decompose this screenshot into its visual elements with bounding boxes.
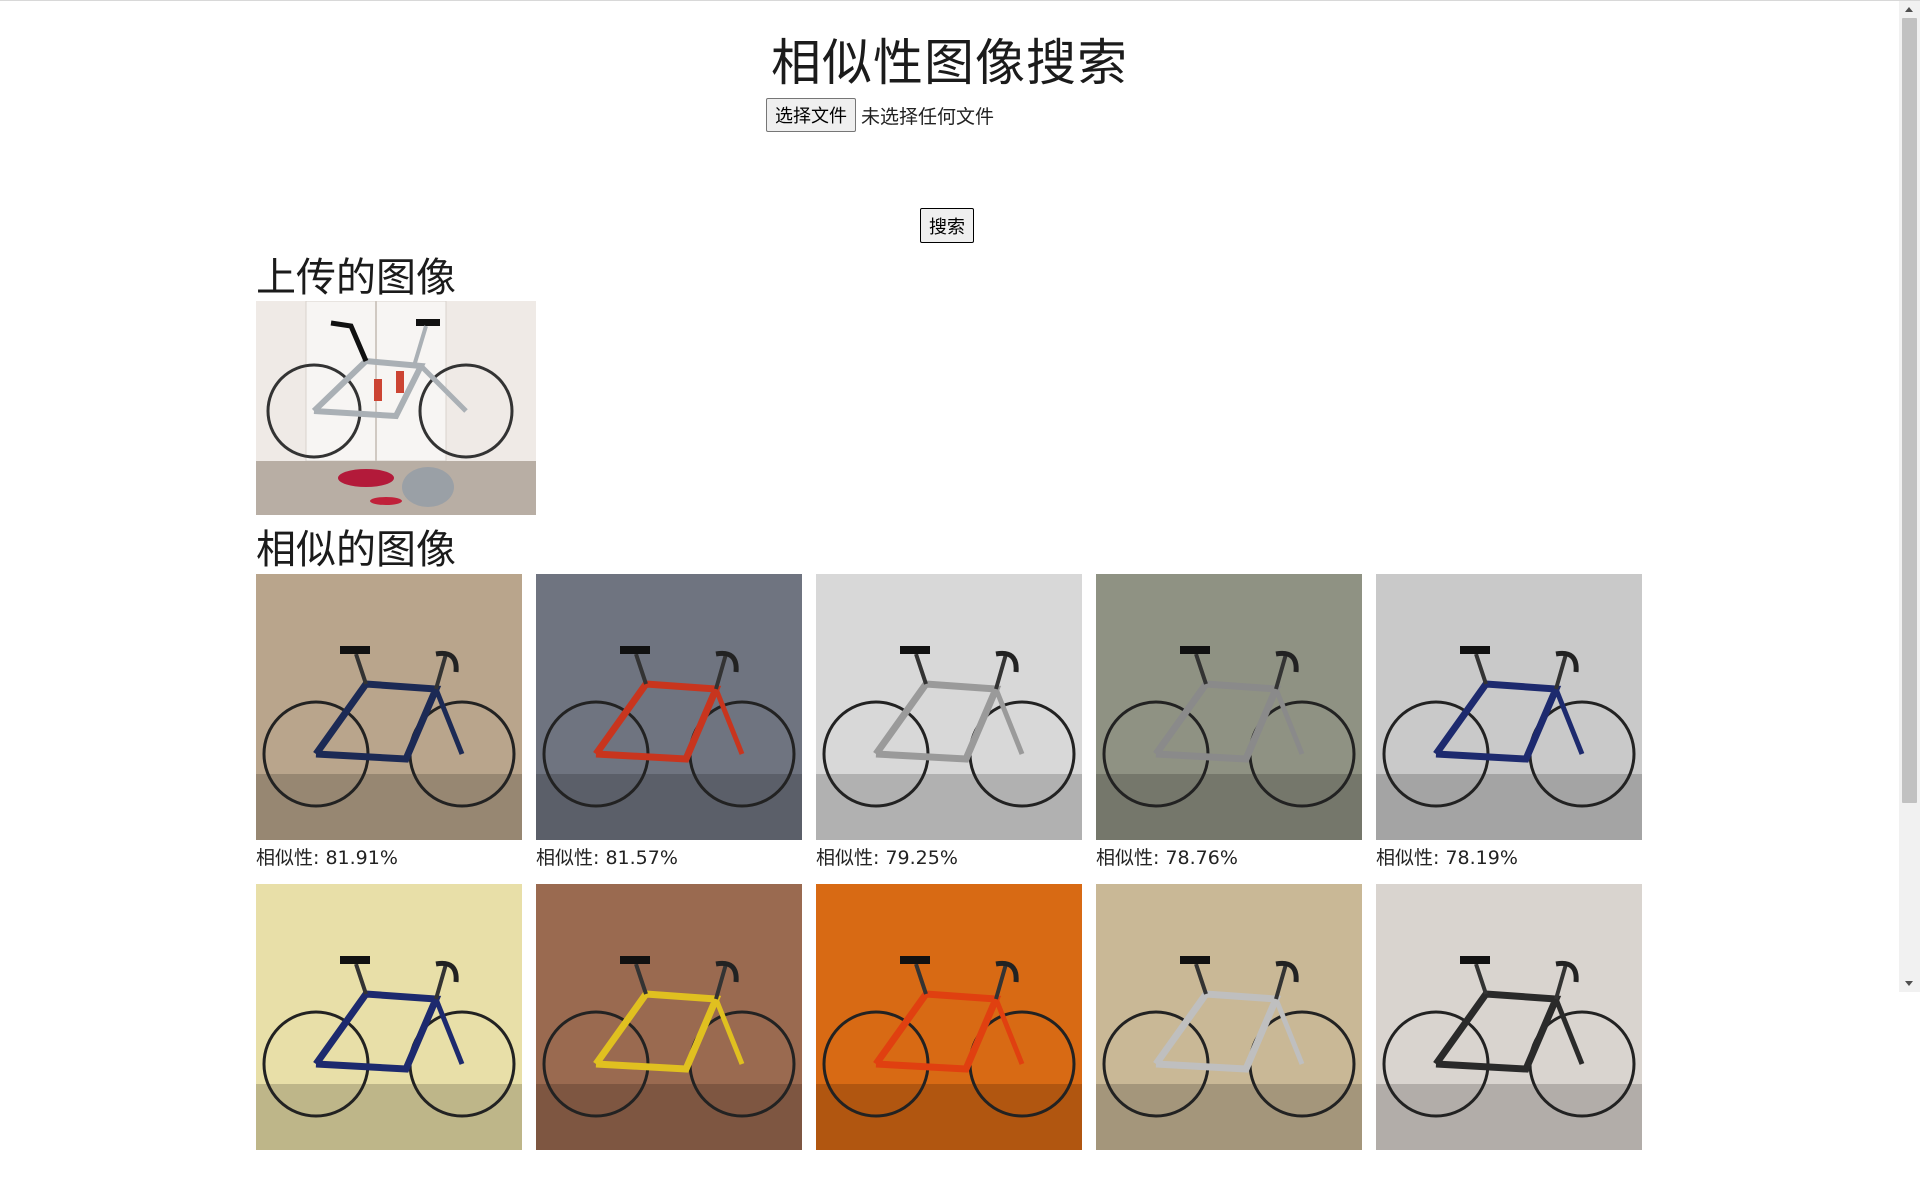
similarity-score: 相似性: 81.91% — [256, 847, 398, 869]
bicycle-thumbnail-icon — [816, 574, 1082, 840]
similar-images-heading: 相似的图像 — [256, 527, 456, 573]
result-card: 相似性: 81.57% — [536, 574, 802, 869]
bicycle-thumbnail-icon — [1376, 884, 1642, 1150]
result-card: 相似性: 79.25% — [816, 574, 1082, 869]
similarity-score — [256, 1153, 522, 1177]
similarity-score — [1376, 1153, 1642, 1177]
choose-file-button[interactable]: 选择文件 — [766, 98, 856, 132]
result-card — [256, 884, 522, 1177]
bicycle-thumbnail-icon — [1376, 574, 1642, 840]
similarity-score: 相似性: 78.76% — [1096, 847, 1238, 869]
bicycle-thumbnail-icon — [256, 884, 522, 1150]
uploaded-image-heading: 上传的图像 — [256, 255, 456, 301]
file-status-text: 未选择任何文件 — [861, 105, 995, 128]
scroll-up-arrow-icon[interactable] — [1899, 1, 1920, 18]
file-upload-row: 选择文件 未选择任何文件 — [766, 98, 994, 132]
result-card — [816, 884, 1082, 1177]
search-button[interactable]: 搜索 — [920, 208, 974, 243]
result-card: 相似性: 81.91% — [256, 574, 522, 869]
similarity-score — [536, 1153, 802, 1177]
uploaded-image — [256, 301, 536, 515]
similarity-score: 相似性: 81.57% — [536, 847, 678, 869]
result-card — [536, 884, 802, 1177]
bicycle-thumbnail-icon — [256, 574, 522, 840]
bicycle-thumbnail-icon — [536, 574, 802, 840]
result-card — [1096, 884, 1362, 1177]
result-card — [1376, 884, 1642, 1177]
vertical-scrollbar[interactable] — [1899, 1, 1920, 992]
similarity-score — [816, 1153, 1082, 1177]
scrollbar-thumb[interactable] — [1902, 18, 1917, 803]
bicycle-photo-icon — [256, 301, 536, 515]
page: 相似性图像搜索 选择文件 未选择任何文件 搜索 上传的图像 相似的图像 相似性:… — [0, 1, 1920, 1150]
bicycle-thumbnail-icon — [816, 884, 1082, 1150]
page-title: 相似性图像搜索 — [771, 34, 1128, 92]
result-card: 相似性: 78.19% — [1376, 574, 1642, 869]
bicycle-thumbnail-icon — [1096, 884, 1362, 1150]
result-card: 相似性: 78.76% — [1096, 574, 1362, 869]
similarity-score — [1096, 1153, 1362, 1177]
similarity-score: 相似性: 78.19% — [1376, 847, 1518, 869]
scroll-down-arrow-icon[interactable] — [1899, 975, 1920, 992]
bicycle-thumbnail-icon — [536, 884, 802, 1150]
similarity-score: 相似性: 79.25% — [816, 847, 958, 869]
bicycle-thumbnail-icon — [1096, 574, 1362, 840]
